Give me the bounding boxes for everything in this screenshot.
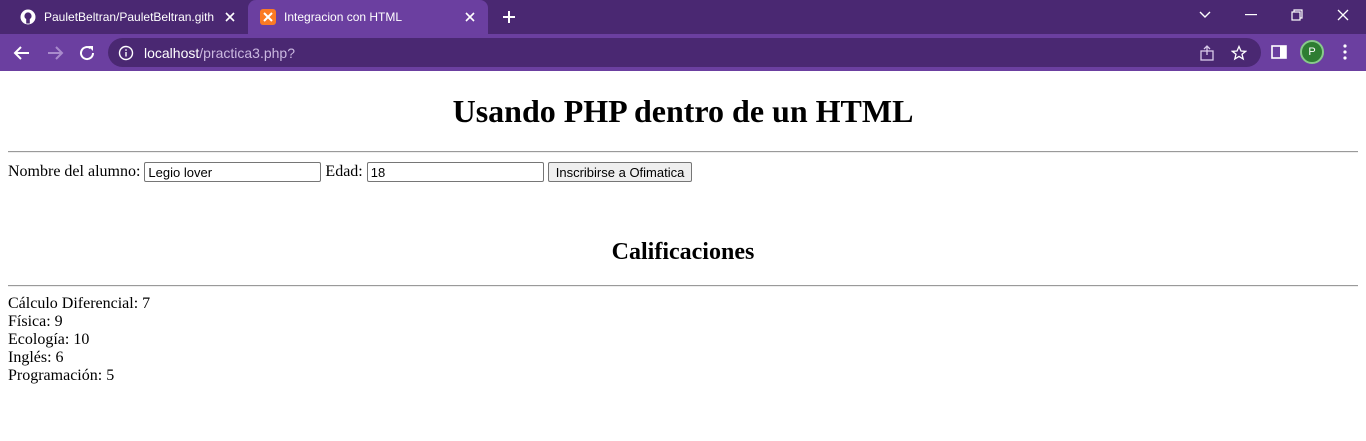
close-icon[interactable] [462,9,478,25]
age-label: Edad: [325,163,363,180]
grade-item: Ecología: 10 [8,331,90,348]
age-field[interactable]: 18 [366,162,544,182]
url-host: localhost [144,44,200,61]
close-window-icon[interactable] [1320,0,1366,30]
share-icon[interactable] [1198,44,1216,62]
more-menu-icon[interactable] [1335,42,1355,62]
forward-icon[interactable] [43,41,67,65]
xampp-icon [260,9,276,25]
grades-heading: Calificaciones [611,239,755,265]
url-text: localhost/practica3.php? [144,45,295,61]
name-label: Nombre del alumno: [8,163,141,180]
browser-toolbar: localhost/practica3.php? P [0,34,1366,71]
side-panel-icon[interactable] [1269,42,1289,62]
info-icon[interactable] [118,45,134,61]
tab-strip: PauletBeltran/PauletBeltran.githu Integr… [0,0,1366,34]
page-title: Usando PHP dentro de un HTML [452,93,914,129]
name-field[interactable]: Legio lover [144,162,322,182]
reload-icon[interactable] [75,41,99,65]
new-tab-icon[interactable] [499,7,519,27]
grade-item: Programación: 5 [8,367,115,384]
restore-icon[interactable] [1274,0,1320,30]
url-path: /practica3.php? [199,44,295,61]
star-icon[interactable] [1230,44,1248,62]
grade-item: Inglés: 6 [8,349,64,366]
github-icon [20,9,36,25]
minimize-icon[interactable] [1228,0,1274,30]
divider [8,285,1358,287]
tab-github[interactable]: PauletBeltran/PauletBeltran.githu [8,0,248,34]
close-icon[interactable] [222,9,238,25]
chevron-down-icon[interactable] [1182,0,1228,30]
grade-item: Cálculo Diferencial: 7 [8,295,151,312]
address-bar[interactable]: localhost/practica3.php? [108,38,1261,67]
tab-title: Integracion con HTML [284,10,403,24]
tab-integracion[interactable]: Integracion con HTML [248,0,488,34]
enroll-button[interactable]: Inscribirse a Ofimatica [547,162,693,182]
grade-item: Física: 9 [8,313,63,330]
grades-list: Cálculo Diferencial: 7 Física: 9 Ecologí… [8,295,150,385]
tab-title: PauletBeltran/PauletBeltran.githu [44,10,214,24]
divider [8,151,1358,153]
enrollment-form: Nombre del alumno: Legio lover Edad: 18 … [8,162,693,182]
profile-avatar[interactable]: P [1300,40,1324,64]
back-icon[interactable] [10,41,34,65]
page-content: Usando PHP dentro de un HTML Nombre del … [0,71,1366,441]
